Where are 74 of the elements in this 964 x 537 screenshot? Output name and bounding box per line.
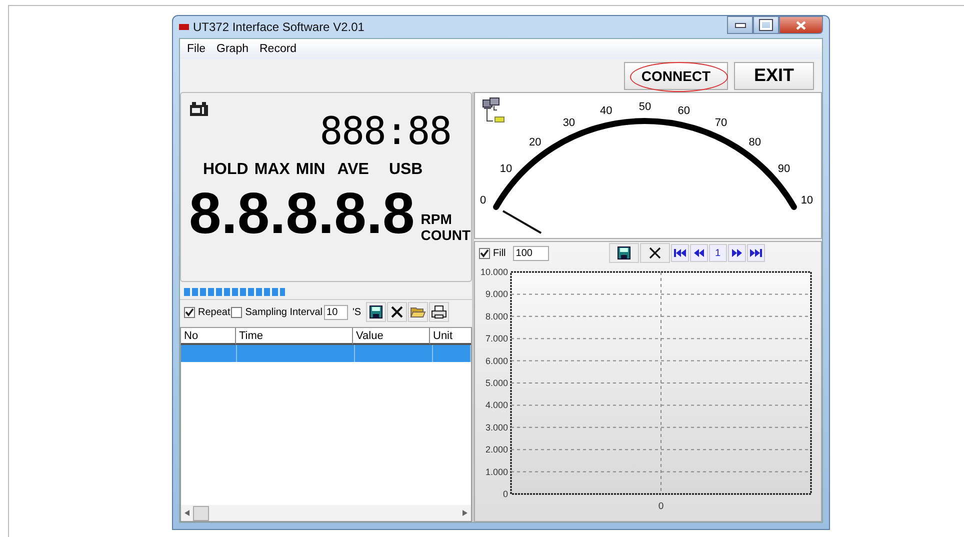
y-axis-label: 8.000 (485, 311, 508, 322)
mode-label: AVE (337, 161, 369, 179)
connect-button[interactable]: CONNECT (624, 62, 728, 90)
y-axis-label: 2.000 (485, 444, 508, 455)
clear-button[interactable] (640, 243, 670, 263)
y-axis-label: 9.000 (485, 289, 508, 300)
gauge-tick-label: 80 (748, 136, 762, 149)
close-icon (796, 20, 806, 30)
mode-label: HOLD (203, 161, 248, 179)
gauge-tick-label: 0 (480, 194, 486, 206)
gauge-tick-label: 40 (600, 105, 612, 118)
unit-label: COUNT (420, 227, 471, 243)
seconds-label: 'S (352, 306, 362, 318)
gauge-tick-label: 10 (800, 194, 814, 206)
battery-icon (189, 101, 209, 117)
minimize-button[interactable] (727, 16, 753, 34)
last-page-button[interactable] (746, 244, 765, 262)
exit-button[interactable]: EXIT (734, 62, 814, 90)
menu-item[interactable]: File (187, 43, 206, 55)
printer-icon (431, 305, 448, 319)
x-axis-label: 0 (658, 501, 664, 512)
clock-digits: 888:88 (318, 109, 451, 153)
menu-item[interactable]: Record (260, 43, 297, 55)
check-icon (480, 248, 489, 258)
mode-label: MAX (254, 161, 290, 179)
save-button[interactable] (608, 243, 639, 263)
delete-button[interactable] (387, 302, 408, 322)
fast-forward-icon (732, 249, 742, 257)
gauge-tick-label: 20 (528, 136, 542, 149)
y-axis-label: 7.000 (485, 334, 508, 344)
fill-checkbox[interactable]: Fill (479, 248, 512, 258)
unit-label: RPM (420, 211, 452, 227)
interval-field[interactable]: 10 (324, 304, 348, 320)
mode-label: MIN (296, 161, 326, 179)
check-icon (185, 308, 194, 316)
close-icon (390, 305, 404, 319)
reading-digits: 8.8.8.8.8 (189, 181, 415, 247)
y-axis-label: 6.000 (485, 356, 508, 366)
y-axis-label: 1.000 (485, 466, 508, 477)
maximize-button[interactable] (753, 16, 779, 34)
y-axis-label: 0 (502, 489, 508, 499)
y-axis-label: 3.000 (485, 422, 508, 432)
skip-back-icon (674, 249, 686, 257)
print-button[interactable] (429, 302, 450, 322)
gauge-needle (502, 210, 542, 234)
close-button[interactable] (779, 16, 823, 34)
next-page-button[interactable] (728, 244, 746, 262)
scroll-thumb[interactable] (193, 506, 209, 520)
logo-icon (179, 24, 189, 30)
rewind-icon (694, 249, 704, 257)
horizontal-scrollbar[interactable] (181, 505, 471, 521)
y-axis-label: 5.000 (485, 378, 508, 388)
close-icon (648, 246, 662, 260)
sampling-checkbox[interactable]: Sampling Interval (231, 306, 323, 318)
previous-page-button[interactable] (690, 244, 708, 262)
y-axis-label: 10.000 (480, 267, 508, 277)
gauge-tick-label: 10 (500, 162, 512, 175)
first-page-button[interactable] (670, 244, 689, 262)
gauge-tick-label: 60 (678, 105, 690, 118)
folder-icon (410, 305, 426, 319)
page-number: 1 (708, 244, 727, 262)
open-folder-button[interactable] (408, 302, 428, 322)
skip-forward-icon (750, 249, 762, 257)
gauge-tick-label: 70 (714, 117, 728, 130)
points-field[interactable]: 100 (512, 246, 549, 260)
gauge-tick-label: 50 (638, 101, 652, 113)
y-axis-label: 4.000 (485, 400, 508, 410)
window-title: UT372 Interface Software V2.01 (193, 20, 364, 34)
mode-label: USB (388, 161, 423, 179)
menu-item[interactable]: Graph (216, 43, 248, 55)
gauge-tick-label: 90 (778, 162, 790, 175)
repeat-checkbox[interactable]: Repeat (184, 306, 230, 318)
gauge-tick-label: 30 (562, 117, 576, 130)
save-button[interactable] (366, 302, 386, 322)
